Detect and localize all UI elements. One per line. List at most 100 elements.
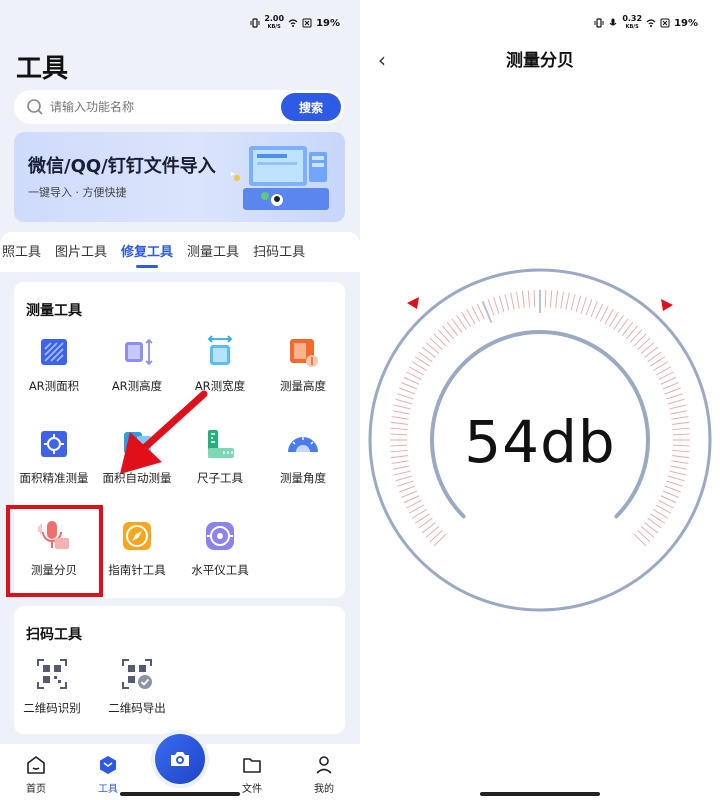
precise-area-icon bbox=[41, 431, 67, 457]
tool-ar-height[interactable]: AR测高度 bbox=[96, 334, 178, 394]
wifi-icon bbox=[646, 19, 656, 27]
gauge-tick bbox=[660, 495, 677, 504]
gauge-tick bbox=[666, 480, 683, 487]
gauge-tick bbox=[476, 303, 485, 320]
gauge-tick bbox=[549, 290, 553, 308]
gauge-tick bbox=[406, 499, 422, 509]
tool-ar-area[interactable]: AR测面积 bbox=[13, 334, 95, 394]
qr-scan-icon bbox=[37, 659, 67, 689]
import-banner[interactable]: 微信/QQ/钉钉文件导入 一键导入 · 方便快捷 bbox=[14, 132, 345, 222]
tool-compass[interactable]: 指南针工具 bbox=[96, 518, 178, 578]
nav-profile[interactable]: 我的 bbox=[294, 754, 354, 795]
gauge-tick bbox=[533, 290, 536, 308]
computer-illustration-icon bbox=[231, 146, 329, 210]
tool-level[interactable]: 水平仪工具 bbox=[179, 518, 261, 578]
home-indicator bbox=[480, 792, 600, 796]
tab-photo[interactable]: 照工具 bbox=[2, 241, 41, 264]
gauge-tick bbox=[395, 398, 413, 405]
section-title: 扫码工具 bbox=[26, 627, 82, 643]
gauge-tick bbox=[397, 393, 414, 400]
gauge-tick bbox=[403, 376, 420, 385]
gauge-tick bbox=[399, 387, 416, 395]
protractor-icon bbox=[288, 437, 318, 452]
tools-screen: 2.00KB/S 19% 工具 搜索 微信/QQ/钉钉文件导入 一键导入 · 方… bbox=[0, 0, 360, 800]
gauge-marker-left-icon bbox=[407, 297, 419, 309]
gauge-tick bbox=[660, 376, 677, 385]
gauge-tick bbox=[585, 299, 593, 316]
gauge-tick bbox=[498, 295, 505, 313]
gauge-tick bbox=[667, 475, 685, 482]
tool-measure-height[interactable]: 测量高度 bbox=[262, 334, 344, 394]
gauge-tick bbox=[580, 297, 587, 314]
gauge-tick bbox=[397, 480, 414, 487]
home-icon bbox=[27, 756, 45, 774]
level-icon bbox=[206, 522, 234, 550]
nav-home[interactable]: 首页 bbox=[6, 754, 66, 795]
status-bar: 2.00 KB/S 19% bbox=[250, 12, 340, 34]
nav-files[interactable]: 文件 bbox=[222, 754, 282, 795]
gauge-tick bbox=[516, 291, 520, 309]
gauge-tick bbox=[487, 299, 495, 316]
wifi-icon bbox=[288, 19, 298, 27]
page-title: 工具 bbox=[16, 54, 69, 84]
gauge-tick bbox=[662, 382, 679, 390]
gauge-tick bbox=[510, 292, 515, 310]
gauge-tick bbox=[667, 398, 685, 405]
profile-icon bbox=[316, 756, 332, 774]
camera-icon bbox=[171, 752, 189, 766]
sim-icon bbox=[660, 18, 670, 28]
search-input[interactable] bbox=[50, 100, 281, 114]
page-title: 测量分贝 bbox=[506, 51, 574, 71]
gauge-tick bbox=[664, 485, 681, 493]
gauge-tick bbox=[471, 306, 481, 322]
battery-level: 19% bbox=[316, 17, 340, 29]
camera-button[interactable] bbox=[155, 734, 205, 784]
gauge-tick bbox=[570, 294, 576, 311]
vibrate-icon bbox=[250, 18, 260, 28]
nav-tools[interactable]: 工具 bbox=[78, 754, 138, 795]
gauge-tick bbox=[527, 290, 531, 308]
highlight-box bbox=[6, 505, 103, 597]
gauge-tick bbox=[493, 297, 500, 314]
gauge-tick bbox=[560, 291, 564, 309]
ar-height-icon bbox=[125, 338, 153, 366]
section-title: 测量工具 bbox=[26, 303, 82, 319]
tool-qr-export[interactable]: 二维码导出 bbox=[96, 656, 178, 716]
gauge-tick bbox=[521, 290, 525, 308]
banner-title: 微信/QQ/钉钉文件导入 bbox=[28, 156, 216, 177]
gauge-tick bbox=[399, 485, 416, 493]
tool-ar-width[interactable]: AR测宽度 bbox=[179, 334, 261, 394]
gauge-tick bbox=[504, 294, 510, 311]
decibel-reading: 54db bbox=[464, 408, 616, 476]
ar-width-icon bbox=[207, 335, 233, 365]
folder-icon bbox=[243, 758, 261, 773]
gauge-tick bbox=[406, 371, 422, 381]
search-button[interactable]: 搜索 bbox=[281, 93, 341, 121]
gauge-tick bbox=[401, 382, 418, 390]
tool-qr-scan[interactable]: 二维码识别 bbox=[11, 656, 93, 716]
network-speed: 2.00 KB/S bbox=[264, 14, 285, 31]
category-tabs: 照工具 图片工具 修复工具 测量工具 扫码工具 bbox=[0, 232, 360, 272]
network-speed: 0.32 KB/S bbox=[622, 14, 643, 31]
search-bar[interactable]: 搜索 bbox=[14, 90, 344, 124]
tab-image[interactable]: 图片工具 bbox=[55, 241, 107, 264]
gauge-tick bbox=[565, 292, 570, 310]
red-arrow-icon bbox=[120, 390, 208, 474]
tab-scan[interactable]: 扫码工具 bbox=[253, 241, 305, 264]
tools-icon bbox=[100, 756, 116, 774]
gauge-marker-right-icon bbox=[661, 299, 673, 311]
scan-tools-card: 扫码工具 二维码识别 二维码导出 bbox=[14, 606, 345, 734]
tab-repair[interactable]: 修复工具 bbox=[121, 241, 173, 264]
ar-area-icon bbox=[41, 339, 67, 365]
gauge-tick bbox=[658, 499, 674, 509]
qr-export-icon bbox=[122, 659, 152, 689]
tool-protractor[interactable]: 测量角度 bbox=[262, 426, 344, 486]
battery-level: 19% bbox=[674, 17, 698, 29]
gauge-tick bbox=[544, 290, 547, 308]
tool-precise-area[interactable]: 面积精准测量 bbox=[13, 426, 95, 486]
gauge-tick bbox=[658, 371, 674, 381]
tab-measure[interactable]: 测量工具 bbox=[187, 241, 239, 264]
gauge-tick bbox=[664, 387, 681, 395]
gauge-tick bbox=[662, 490, 679, 498]
gauge-tick bbox=[595, 303, 604, 320]
